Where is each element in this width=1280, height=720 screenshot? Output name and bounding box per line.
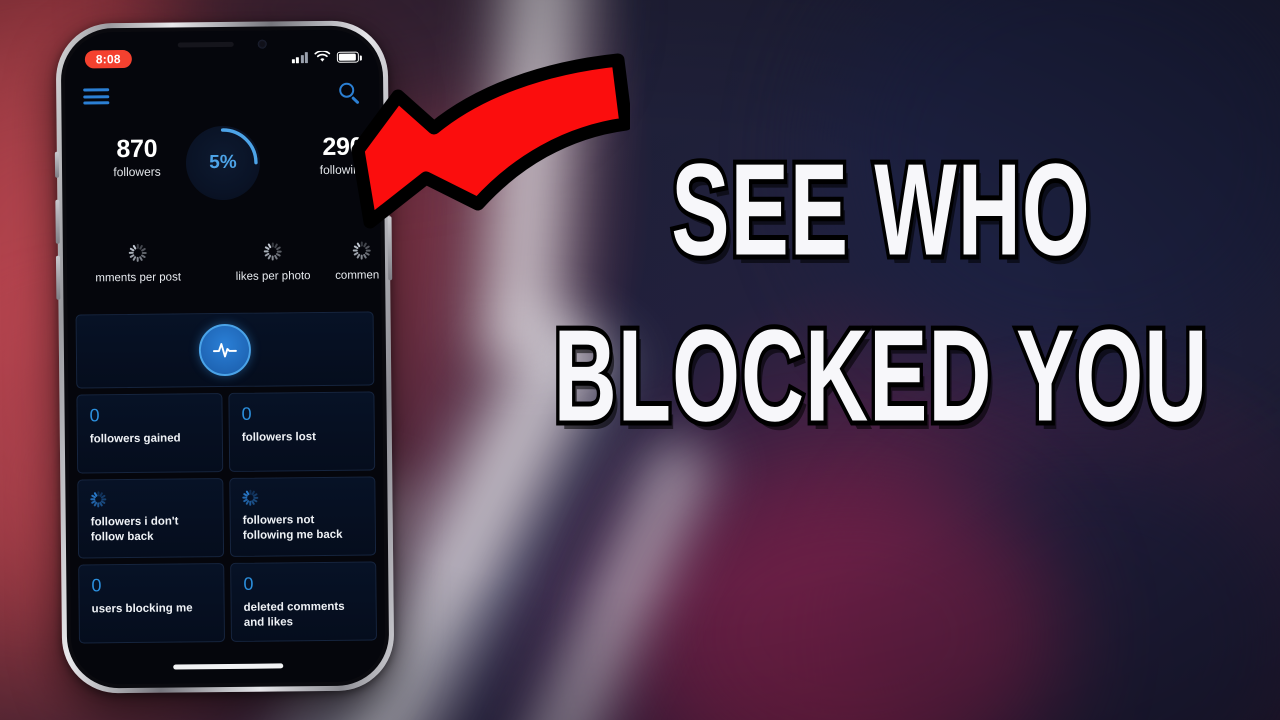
metric-followers-not-following-me-back[interactable]: followers not following me back bbox=[229, 476, 377, 557]
phone-screen: 8:08 870 followers 5% 290 following mmen… bbox=[64, 29, 386, 685]
stat-likes-per-photo[interactable]: likes per photo bbox=[213, 242, 333, 283]
phone-device-mockup: 8:08 870 followers 5% 290 following mmen… bbox=[54, 20, 395, 694]
metric-label: users blocking me bbox=[91, 602, 193, 616]
engagement-ring-gauge: 5% bbox=[185, 125, 261, 201]
followers-label: followers bbox=[113, 164, 161, 180]
search-icon[interactable] bbox=[339, 83, 361, 105]
loading-spinner-icon bbox=[352, 241, 371, 260]
metric-value-loading bbox=[90, 490, 210, 508]
activity-analyze-card[interactable] bbox=[75, 311, 375, 389]
metric-label: followers i don't follow back bbox=[90, 515, 179, 544]
status-bar-indicators bbox=[291, 50, 359, 64]
wifi-icon bbox=[314, 50, 331, 62]
mute-switch[interactable] bbox=[54, 151, 60, 178]
metric-value-loading bbox=[242, 489, 362, 506]
metric-label: followers not following me back bbox=[242, 514, 343, 542]
metric-users-blocking-me[interactable]: 0 users blocking me bbox=[78, 563, 225, 644]
youtube-thumbnail-canvas: 8:08 870 followers 5% 290 following mmen… bbox=[0, 0, 1280, 720]
app-header bbox=[65, 73, 379, 116]
followers-count: 870 bbox=[116, 134, 158, 164]
loading-spinner-icon bbox=[90, 491, 107, 508]
phone-bezel: 8:08 870 followers 5% 290 following mmen… bbox=[60, 25, 390, 689]
profile-stats-header: 870 followers 5% 290 following bbox=[66, 121, 381, 224]
status-time-recording-pill: 8:08 bbox=[84, 49, 132, 69]
metric-label: followers gained bbox=[89, 432, 181, 446]
metric-followers-lost[interactable]: 0 followers lost bbox=[228, 391, 376, 472]
hamburger-menu-icon[interactable] bbox=[83, 88, 110, 105]
cellular-signal-icon bbox=[291, 51, 308, 63]
activity-pulse-icon bbox=[198, 323, 252, 377]
stat-comments-per-post[interactable]: mments per post bbox=[65, 243, 211, 285]
metric-label: deleted comments and likes bbox=[243, 600, 345, 629]
status-bar: 8:08 bbox=[65, 43, 379, 72]
metrics-grid: 0 followers gained 0 followers lost foll… bbox=[76, 391, 377, 644]
stat-label: likes per photo bbox=[235, 270, 311, 283]
stat-label: commen bbox=[335, 269, 380, 282]
metric-value: 0 bbox=[243, 573, 254, 594]
metric-followers-i-dont-follow-back[interactable]: followers i don't follow back bbox=[77, 478, 225, 559]
stat-comments-clipped[interactable]: commen bbox=[335, 241, 386, 282]
volume-down-button[interactable] bbox=[55, 255, 61, 300]
following-count: 290 bbox=[322, 132, 364, 161]
metric-deleted-comments-and-likes[interactable]: 0 deleted comments and likes bbox=[230, 561, 377, 642]
followers-stat[interactable]: 870 followers bbox=[82, 134, 192, 180]
loading-spinner-icon bbox=[242, 489, 259, 506]
power-button[interactable] bbox=[387, 216, 393, 281]
loading-spinner-icon bbox=[128, 243, 147, 262]
following-label: following bbox=[319, 162, 367, 178]
metric-followers-gained[interactable]: 0 followers gained bbox=[76, 393, 224, 474]
metric-value: 0 bbox=[241, 403, 252, 424]
metrics-card-grid: 0 followers gained 0 followers lost foll… bbox=[68, 311, 386, 684]
volume-up-button[interactable] bbox=[55, 199, 60, 244]
stat-label: mments per post bbox=[95, 271, 182, 285]
engagement-percent: 5% bbox=[209, 151, 237, 174]
metric-value: 0 bbox=[91, 575, 102, 596]
battery-icon bbox=[336, 51, 359, 63]
metric-label: followers lost bbox=[241, 431, 317, 444]
following-stat[interactable]: 290 following bbox=[288, 132, 386, 178]
secondary-stats-row: mments per post likes per photo commen bbox=[67, 241, 382, 306]
loading-spinner-icon bbox=[263, 242, 282, 261]
metric-value: 0 bbox=[89, 405, 100, 426]
